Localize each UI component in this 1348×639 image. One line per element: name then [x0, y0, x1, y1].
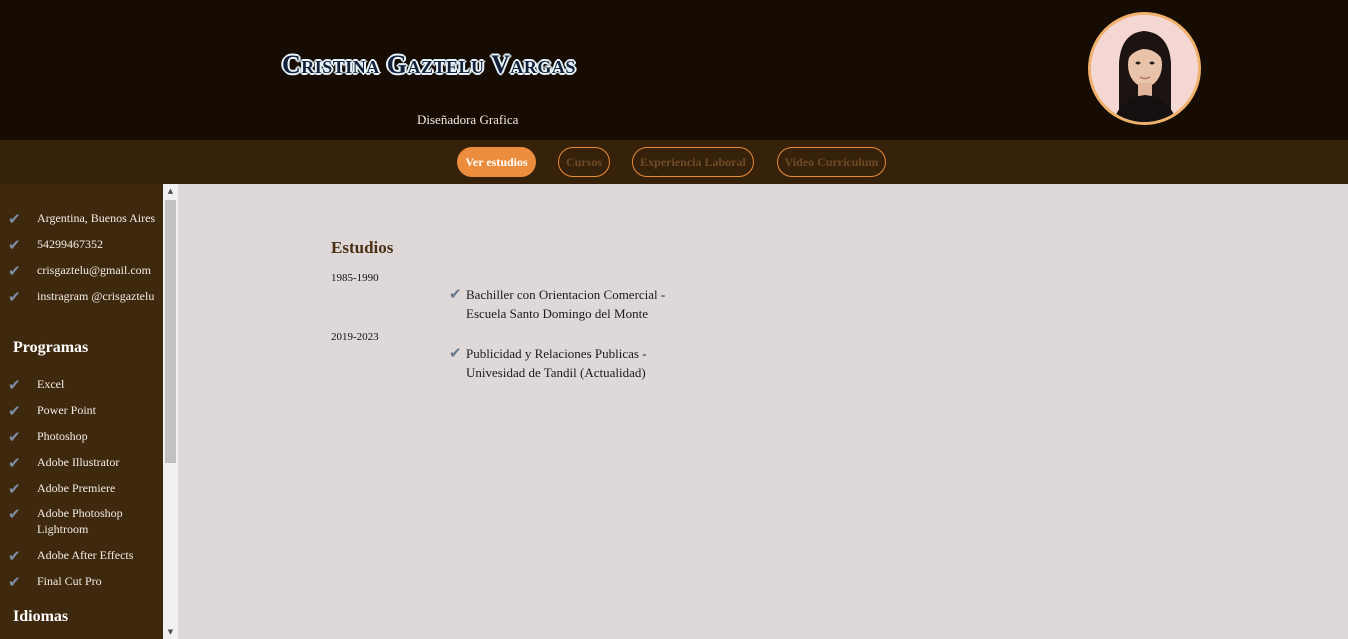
- sidebar-item-label: Power Point: [37, 403, 97, 417]
- sidebar-item-label: Adobe Photoshop Lightroom: [37, 506, 123, 536]
- sidebar-scrollbar[interactable]: ▲ ▼: [163, 184, 178, 639]
- check-icon: ✔: [8, 573, 21, 591]
- check-icon: ✔: [8, 210, 21, 228]
- scroll-thumb[interactable]: [165, 200, 176, 463]
- nav-bar: Ver estudios Cursos Experiencia Laboral …: [0, 140, 1348, 184]
- check-icon: ✔: [8, 402, 21, 420]
- check-icon: ✔: [8, 236, 21, 254]
- check-icon: ✔: [8, 547, 21, 565]
- sidebar-item-label: 54299467352: [37, 237, 103, 251]
- header: Cristina Gaztelu Vargas Diseñadora Grafi…: [0, 0, 1348, 140]
- avatar: [1088, 12, 1201, 125]
- sidebar-item-label: Adobe Illustrator: [37, 455, 120, 469]
- sidebar-item-label: Photoshop: [37, 429, 88, 443]
- sidebar: ✔ Argentina, Buenos Aires ✔ 54299467352 …: [0, 184, 163, 639]
- check-icon: ✔: [8, 428, 21, 446]
- check-icon: ✔: [8, 454, 21, 472]
- tab-experiencia-laboral[interactable]: Experiencia Laboral: [632, 147, 754, 177]
- page-title: Cristina Gaztelu Vargas: [282, 50, 576, 79]
- scroll-up-arrow-icon[interactable]: ▲: [163, 184, 178, 198]
- tab-video-curriculum[interactable]: Video Curriculum: [777, 147, 886, 177]
- page-subtitle: Diseñadora Grafica: [417, 112, 519, 127]
- sidebar-item-label: Adobe After Effects: [37, 548, 134, 562]
- check-icon: ✔: [449, 285, 462, 303]
- study-description: Publicidad y Relaciones Publicas - Unive…: [466, 346, 647, 380]
- check-icon: ✔: [8, 505, 21, 523]
- sidebar-item-label: Adobe Premiere: [37, 481, 116, 495]
- programs-heading: Programas: [13, 339, 89, 356]
- sidebar-item-label: Argentina, Buenos Aires: [37, 211, 156, 225]
- languages-heading: Idiomas: [13, 608, 69, 625]
- section-title: Estudios: [331, 238, 394, 257]
- sidebar-item-label: instragram @crisgaztelu: [37, 289, 155, 303]
- sidebar-item-label: Excel: [37, 377, 65, 391]
- scroll-down-arrow-icon[interactable]: ▼: [163, 625, 178, 639]
- sidebar-item-label: crisgaztelu@gmail.com: [37, 263, 152, 277]
- check-icon: ✔: [8, 262, 21, 280]
- check-icon: ✔: [8, 288, 21, 306]
- study-years: 1985-1990: [331, 272, 379, 284]
- tab-ver-estudios[interactable]: Ver estudios: [457, 147, 536, 177]
- study-years: 2019-2023: [331, 331, 379, 343]
- check-icon: ✔: [449, 344, 462, 362]
- study-description: Bachiller con Orientacion Comercial - Es…: [466, 287, 666, 321]
- check-icon: ✔: [8, 376, 21, 394]
- check-icon: ✔: [8, 480, 21, 498]
- tab-cursos[interactable]: Cursos: [558, 147, 610, 177]
- sidebar-item-label: Final Cut Pro: [37, 574, 102, 588]
